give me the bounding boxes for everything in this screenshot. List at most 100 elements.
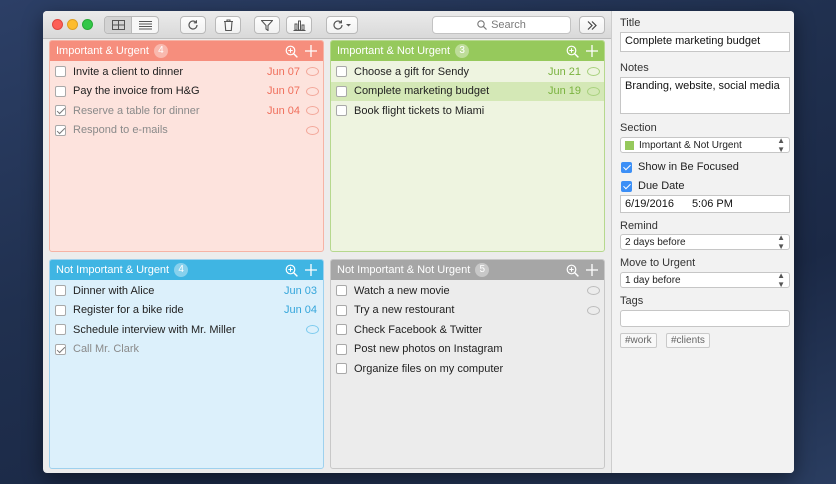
task-checkbox[interactable]: [336, 304, 347, 316]
due-time-value[interactable]: 5:06 PM: [692, 198, 733, 210]
task-checkbox[interactable]: [336, 105, 347, 117]
task-row[interactable]: Choose a gift for Sendy Jun 21: [331, 62, 604, 82]
select-arrows-icon: ▲ ▼: [777, 271, 785, 289]
refresh-button[interactable]: [180, 16, 206, 34]
task-due-date: Jun 19: [547, 85, 581, 98]
task-row[interactable]: Pay the invoice from H&G Jun 07: [50, 82, 323, 102]
search-field[interactable]: Search: [432, 16, 571, 34]
quadrant-important-not-urgent: Important & Not Urgent 3 Choose a gift fo…: [330, 40, 605, 252]
task-due-date: Jun 04: [283, 304, 317, 317]
quadrant-not-important-urgent: Not Important & Urgent 4 Dinner with Alic…: [49, 259, 324, 469]
note-bubble-icon[interactable]: [306, 325, 319, 335]
task-row-selected[interactable]: Complete marketing budget Jun 19: [331, 81, 604, 101]
task-checkbox[interactable]: [55, 304, 66, 316]
task-row[interactable]: Watch a new movie: [331, 281, 604, 301]
checkbox-checked-icon: [621, 180, 632, 192]
task-title: Book flight tickets to Miami: [354, 104, 485, 117]
task-row[interactable]: Dinner with Alice Jun 03: [50, 281, 323, 301]
note-bubble-icon[interactable]: [306, 125, 319, 135]
title-label: Title: [620, 17, 641, 29]
task-checkbox[interactable]: [55, 105, 66, 117]
task-checkbox[interactable]: [55, 124, 66, 136]
list-view-icon: [138, 21, 152, 30]
minimize-window-button[interactable]: [67, 19, 78, 30]
task-checkbox[interactable]: [336, 285, 347, 297]
refresh-icon: [188, 20, 198, 30]
filter-button[interactable]: [254, 16, 280, 34]
sync-menu-button[interactable]: [326, 16, 358, 34]
add-task-icon[interactable]: [586, 45, 598, 57]
delete-button[interactable]: [215, 16, 241, 34]
quadrant-not-important-not-urgent: Not Important & Not Urgent 5 Watch a new …: [330, 259, 605, 469]
show-focused-checkbox[interactable]: Show in Be Focused: [621, 161, 739, 173]
task-row[interactable]: Respond to e-mails: [50, 121, 323, 141]
remind-label: Remind: [620, 220, 658, 232]
note-bubble-icon[interactable]: [306, 67, 319, 77]
move-to-urgent-select[interactable]: 1 day before ▲ ▼: [620, 271, 790, 289]
task-checkbox[interactable]: [55, 324, 66, 336]
show-focused-label: Show in Be Focused: [638, 161, 739, 173]
tags-input[interactable]: [620, 310, 790, 327]
grid-view-button[interactable]: [105, 17, 132, 33]
task-row[interactable]: Book flight tickets to Miami: [331, 101, 604, 121]
toggle-inspector-button[interactable]: [579, 16, 605, 34]
task-row[interactable]: Invite a client to dinner Jun 07: [50, 62, 323, 82]
task-checkbox[interactable]: [55, 66, 66, 78]
zoom-in-icon[interactable]: [285, 264, 298, 277]
tag-chip[interactable]: #clients: [666, 333, 710, 348]
task-row[interactable]: Call Mr. Clark: [50, 340, 323, 360]
note-bubble-icon[interactable]: [587, 86, 600, 96]
add-task-icon[interactable]: [305, 264, 317, 276]
select-arrows-icon: ▲ ▼: [777, 233, 785, 251]
task-checkbox[interactable]: [336, 324, 347, 336]
task-row[interactable]: Register for a bike ride Jun 04: [50, 301, 323, 321]
due-date-value[interactable]: 6/19/2016: [625, 198, 674, 210]
title-input[interactable]: Complete marketing budget: [620, 32, 790, 52]
bar-chart-icon: [293, 20, 305, 31]
task-due-date: Jun 04: [266, 104, 300, 117]
task-row[interactable]: Check Facebook & Twitter: [331, 320, 604, 340]
section-select[interactable]: Important & Not Urgent ▲ ▼: [620, 136, 790, 154]
notes-textarea[interactable]: Branding, website, social media: [620, 77, 790, 114]
task-checkbox[interactable]: [336, 85, 347, 97]
task-checkbox[interactable]: [336, 66, 347, 78]
task-row[interactable]: Try a new restourant: [331, 301, 604, 321]
close-window-button[interactable]: [52, 19, 63, 30]
quadrant-header: Important & Urgent 4: [50, 41, 323, 61]
task-row[interactable]: Organize files on my computer: [331, 359, 604, 379]
remind-select[interactable]: 2 days before ▲ ▼: [620, 233, 790, 251]
due-date-checkbox[interactable]: Due Date: [621, 180, 684, 192]
note-bubble-icon[interactable]: [587, 305, 600, 315]
task-checkbox[interactable]: [336, 343, 347, 355]
zoom-in-icon[interactable]: [285, 45, 298, 58]
due-date-input[interactable]: 6/19/2016 5:06 PM: [620, 195, 790, 213]
add-task-icon[interactable]: [586, 264, 598, 276]
quadrant-title: Not Important & Urgent: [56, 264, 170, 276]
section-value: Important & Not Urgent: [639, 139, 742, 151]
task-inspector-panel: Title Complete marketing budget Notes Br…: [611, 11, 794, 473]
section-color-swatch: [625, 140, 634, 150]
task-title: Complete marketing budget: [354, 85, 490, 98]
task-checkbox[interactable]: [336, 363, 347, 375]
note-bubble-icon[interactable]: [306, 106, 319, 116]
task-checkbox[interactable]: [55, 85, 66, 97]
task-checkbox[interactable]: [55, 285, 66, 297]
note-bubble-icon[interactable]: [587, 67, 600, 77]
note-bubble-icon[interactable]: [587, 286, 600, 296]
select-arrows-icon: ▲ ▼: [777, 136, 785, 154]
tag-chip[interactable]: #work: [620, 333, 657, 348]
task-row[interactable]: Post new photos on Instagram: [331, 340, 604, 360]
zoom-window-button[interactable]: [82, 19, 93, 30]
note-bubble-icon[interactable]: [306, 86, 319, 96]
sync-icon: [333, 20, 351, 30]
statistics-button[interactable]: [286, 16, 312, 34]
zoom-in-icon[interactable]: [566, 264, 579, 277]
zoom-in-icon[interactable]: [566, 45, 579, 58]
list-view-button[interactable]: [132, 17, 158, 33]
task-row[interactable]: Schedule interview with Mr. Miller: [50, 320, 323, 340]
task-row[interactable]: Reserve a table for dinner Jun 04: [50, 101, 323, 121]
task-title: Schedule interview with Mr. Miller: [73, 323, 236, 336]
add-task-icon[interactable]: [305, 45, 317, 57]
task-title: Watch a new movie: [354, 284, 450, 297]
task-checkbox[interactable]: [55, 343, 66, 355]
